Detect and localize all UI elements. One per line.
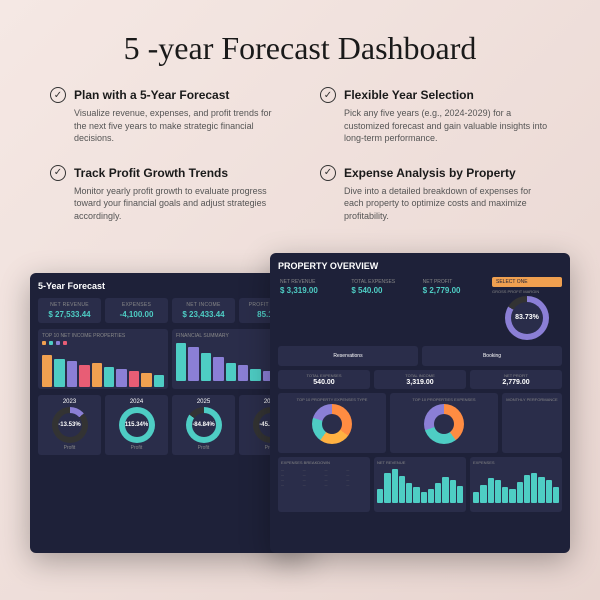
metric-card: TOTAL EXPENSES $ 540.00 (349, 277, 416, 342)
metric-value: -4,100.00 (109, 310, 164, 319)
metric-label: NET REVENUE (42, 302, 97, 308)
check-icon (50, 87, 66, 103)
dashboard-title: 5-Year Forecast (38, 281, 105, 291)
metric-value: 540.00 (281, 379, 367, 386)
feature-item: Flexible Year Selection Pick any five ye… (320, 87, 550, 145)
donut-value: -84.84% (192, 413, 216, 437)
metric-value: $ 2,779.00 (423, 286, 486, 295)
metric-card: NET REVENUE $ 3,319.00 (278, 277, 345, 342)
chart-title: TOP 10 PROPERTY EXPENSES TYPE (297, 397, 368, 402)
feature-desc: Dive into a detailed breakdown of expens… (320, 185, 550, 223)
occ-label: Reservations (333, 353, 362, 359)
feature-title: Track Profit Growth Trends (74, 166, 228, 180)
metric-value: $ 540.00 (351, 286, 414, 295)
metric-label: EXPENSES (109, 302, 164, 308)
expenses-chart: Expenses (470, 457, 562, 512)
feature-title: Flexible Year Selection (344, 88, 474, 102)
metric-label: NET PROFIT (423, 279, 486, 285)
expenses-type-donut: TOP 10 PROPERTY EXPENSES TYPE (278, 393, 386, 453)
chart-title: Net Revenue (377, 460, 463, 465)
metric-label: Net Profit (473, 373, 559, 378)
donut-label: Profit (131, 445, 143, 451)
property-overview-dashboard: PROPERTY OVERVIEW NET REVENUE $ 3,319.00… (270, 253, 570, 553)
expenses-breakdown: Expenses Breakdown ———— ———— ———— ———— (278, 457, 370, 512)
chart-title: TOP 10 NET INCOME PROPERTIES (42, 333, 164, 339)
metric-value: 2,779.00 (473, 379, 559, 386)
small-metric: Total Income 3,319.00 (374, 370, 466, 389)
donut-year: 2025 (197, 399, 210, 405)
select-dropdown[interactable]: SELECT ONE (492, 277, 562, 287)
chart-legend (42, 341, 164, 345)
metric-label: Total Expenses (281, 373, 367, 378)
chart-title: MONTHLY PERFORMANCE (506, 397, 557, 402)
profit-donut: 2024 115.34% Profit (105, 395, 168, 455)
dashboard-title: PROPERTY OVERVIEW (278, 261, 378, 271)
chart-title: Expenses Breakdown (281, 460, 367, 465)
small-metric: Net Profit 2,779.00 (470, 370, 562, 389)
features-grid: Plan with a 5-Year Forecast Visualize re… (0, 87, 600, 243)
metric-value: $ 3,319.00 (280, 286, 343, 295)
metric-value: $ 27,533.44 (42, 310, 97, 319)
metric-label: GROSS PROFIT MARGIN (492, 289, 562, 294)
metric-label: TOTAL EXPENSES (351, 279, 414, 285)
feature-item: Track Profit Growth Trends Monitor yearl… (50, 165, 280, 223)
dashboard-previews: 5-Year Forecast Year NET REVENUE $ 27,53… (0, 253, 600, 573)
feature-desc: Visualize revenue, expenses, and profit … (50, 107, 280, 145)
donut-value: 83.73% (511, 302, 543, 334)
metric-card: NET PROFIT $ 2,779.00 (421, 277, 488, 342)
property-expenses-donut: TOP 10 PROPERTIES EXPENSES (390, 393, 498, 453)
metric-value: $ 23,433.44 (176, 310, 231, 319)
gross-margin-panel: SELECT ONE GROSS PROFIT MARGIN 83.73% (492, 277, 562, 342)
net-revenue-chart: Net Revenue (374, 457, 466, 512)
feature-item: Expense Analysis by Property Dive into a… (320, 165, 550, 223)
bar-chart (42, 347, 164, 387)
metric-value: 3,319.00 (377, 379, 463, 386)
check-icon (320, 165, 336, 181)
chart-title: TOP 10 PROPERTIES EXPENSES (412, 397, 475, 402)
metric-label: NET REVENUE (280, 279, 343, 285)
metric-card: EXPENSES -4,100.00 (105, 298, 168, 323)
chart-title: Expenses (473, 460, 559, 465)
donut-year: 2024 (130, 399, 143, 405)
page-title: 5 -year Forecast Dashboard (0, 0, 600, 87)
metric-label: NET INCOME (176, 302, 231, 308)
profit-donut: 2023 -13.53% Profit (38, 395, 101, 455)
donut-label: Profit (64, 445, 76, 451)
feature-desc: Pick any five years (e.g., 2024-2029) fo… (320, 107, 550, 145)
donut-year: 2023 (63, 399, 76, 405)
profit-donut: 2025 -84.84% Profit (172, 395, 235, 455)
top-income-chart: TOP 10 NET INCOME PROPERTIES (38, 329, 168, 389)
occ-label: Booking (483, 353, 501, 359)
check-icon (320, 87, 336, 103)
feature-desc: Monitor yearly profit growth to evaluate… (50, 185, 280, 223)
donut-label: Profit (198, 445, 210, 451)
feature-title: Expense Analysis by Property (344, 166, 516, 180)
donut-value: 115.34% (125, 413, 149, 437)
metric-card: NET REVENUE $ 27,533.44 (38, 298, 101, 323)
metric-card: NET INCOME $ 23,433.44 (172, 298, 235, 323)
forecast-dashboard: 5-Year Forecast Year NET REVENUE $ 27,53… (30, 273, 310, 553)
donut-value: -13.53% (58, 413, 82, 437)
feature-item: Plan with a 5-Year Forecast Visualize re… (50, 87, 280, 145)
check-icon (50, 165, 66, 181)
metric-label: Total Income (377, 373, 463, 378)
feature-title: Plan with a 5-Year Forecast (74, 88, 229, 102)
small-metric: Total Expenses 540.00 (278, 370, 370, 389)
monthly-performance: MONTHLY PERFORMANCE (502, 393, 562, 453)
